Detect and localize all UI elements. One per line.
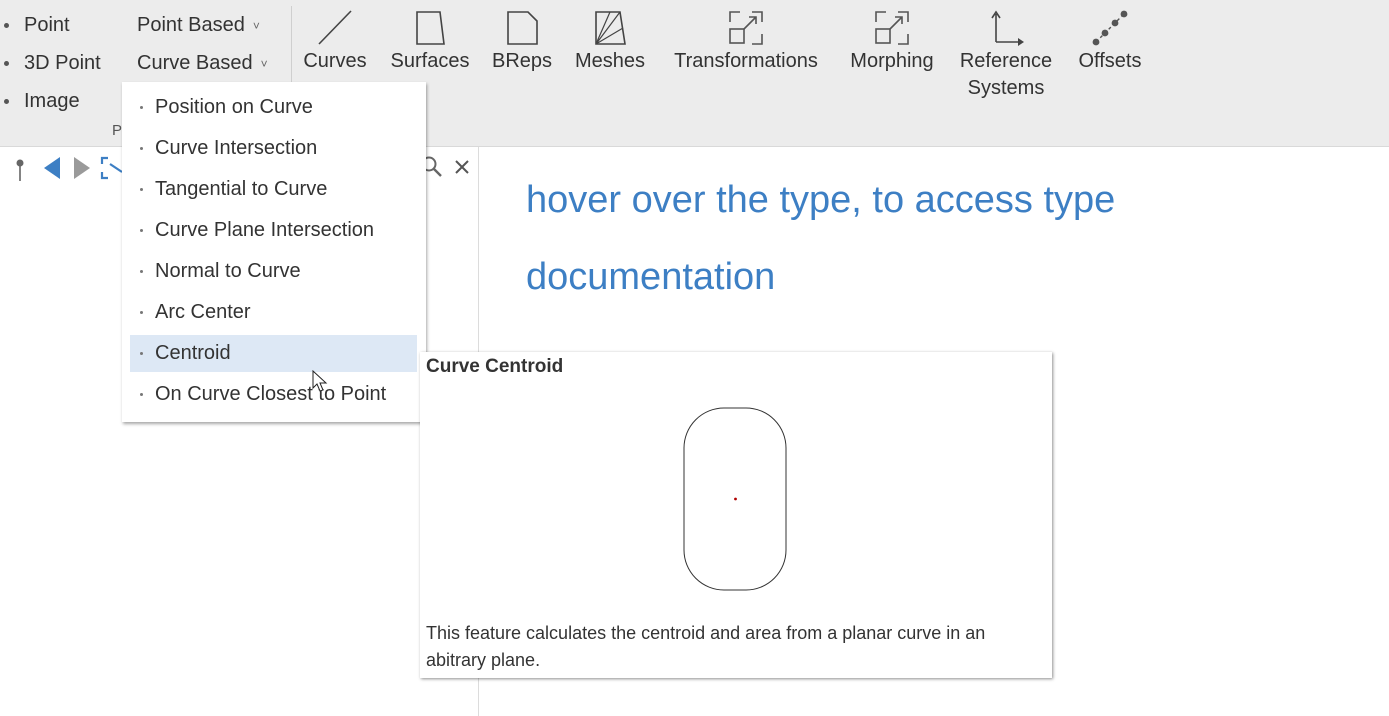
- menu-item-label: Normal to Curve: [155, 260, 301, 282]
- chevron-down-icon: ˅: [260, 56, 268, 71]
- curve-based-label: Curve Based: [137, 52, 253, 74]
- bullet-icon: [140, 188, 143, 191]
- transformations-button[interactable]: Transformations: [666, 8, 826, 75]
- back-arrow-icon[interactable]: [42, 156, 62, 180]
- surface-icon: [416, 11, 445, 45]
- surfaces-label: Surfaces: [390, 50, 470, 72]
- group-caption: P: [112, 122, 123, 139]
- bullet-icon: [4, 99, 9, 104]
- mouse-cursor-icon: [312, 370, 328, 392]
- bullet-icon: [140, 229, 143, 232]
- bullet-icon: [140, 393, 143, 396]
- menu-item-curve-plane-intersection[interactable]: Curve Plane Intersection: [130, 212, 417, 249]
- bullet-icon: [140, 270, 143, 273]
- menu-item-on-curve-closest-to-point[interactable]: On Curve Closest to Point: [130, 376, 417, 413]
- menu-item-label: Position on Curve: [155, 96, 313, 118]
- forward-arrow-icon[interactable]: [72, 156, 92, 180]
- menu-item-label: Tangential to Curve: [155, 178, 328, 200]
- breps-label: BReps: [491, 50, 553, 72]
- bullet-icon: [140, 311, 143, 314]
- select-frame-icon[interactable]: [100, 156, 124, 180]
- image-button[interactable]: Image: [24, 89, 80, 113]
- menu-item-tangential-to-curve[interactable]: Tangential to Curve: [130, 171, 417, 208]
- menu-item-label: Centroid: [155, 342, 231, 364]
- tooltip-description: This feature calculates the centroid and…: [426, 623, 986, 670]
- menu-item-label: Arc Center: [155, 301, 251, 323]
- menu-item-normal-to-curve[interactable]: Normal to Curve: [130, 253, 417, 290]
- breps-button[interactable]: BReps: [488, 8, 556, 75]
- bullet-icon: [140, 352, 143, 355]
- close-icon[interactable]: [453, 158, 471, 176]
- bullet-icon: [4, 61, 9, 66]
- pin-icon[interactable]: [12, 157, 28, 183]
- menu-item-label: On Curve Closest to Point: [155, 383, 387, 405]
- point-button[interactable]: Point: [24, 13, 70, 37]
- type-documentation-tooltip: Curve Centroid This feature calculates t…: [420, 352, 1052, 678]
- offset-points-icon: [1092, 10, 1128, 46]
- meshes-button[interactable]: Meshes: [570, 8, 650, 75]
- offsets-label: Offsets: [1078, 50, 1142, 72]
- axes-icon: [991, 10, 1024, 46]
- mesh-icon: [595, 11, 626, 45]
- bullet-icon: [140, 106, 143, 109]
- documentation-hint: hover over the type, to access type docu…: [526, 179, 1116, 298]
- menu-item-curve-intersection[interactable]: Curve Intersection: [130, 130, 417, 167]
- meshes-label: Meshes: [574, 50, 646, 72]
- menu-item-centroid[interactable]: Centroid: [130, 335, 417, 372]
- centroid-point: [734, 497, 737, 501]
- curve-based-menu: Position on Curve Curve Intersection Tan…: [122, 82, 426, 422]
- reference-label-line2: Systems: [967, 77, 1045, 99]
- brep-icon: [507, 11, 538, 45]
- offsets-button[interactable]: Offsets: [1072, 8, 1148, 75]
- curves-button[interactable]: Curves: [300, 8, 370, 75]
- bullet-icon: [4, 23, 9, 28]
- curve-line-icon: [318, 10, 352, 45]
- transform-icon: [729, 11, 763, 45]
- menu-item-position-on-curve[interactable]: Position on Curve: [130, 89, 417, 126]
- point-based-label: Point Based: [137, 14, 245, 36]
- morphing-button[interactable]: Morphing: [844, 8, 940, 75]
- menu-item-label: Curve Plane Intersection: [155, 219, 375, 241]
- 3d-point-button[interactable]: 3D Point: [24, 51, 101, 75]
- surfaces-button[interactable]: Surfaces: [386, 8, 474, 75]
- curve-based-dropdown[interactable]: Curve Based ˅: [137, 51, 268, 76]
- centroid-illustration: [683, 407, 787, 591]
- menu-item-label: Curve Intersection: [155, 137, 318, 159]
- menu-item-arc-center[interactable]: Arc Center: [130, 294, 417, 331]
- reference-label-line1: Reference: [959, 50, 1053, 72]
- reference-systems-button[interactable]: Reference Systems: [956, 8, 1056, 102]
- curves-label: Curves: [303, 50, 367, 72]
- morph-icon: [875, 11, 909, 45]
- morphing-label: Morphing: [850, 50, 934, 72]
- transformations-label: Transformations: [674, 50, 818, 72]
- chevron-down-icon: ˅: [252, 18, 260, 33]
- tooltip-title: Curve Centroid: [426, 356, 564, 377]
- bullet-icon: [140, 147, 143, 150]
- point-based-dropdown[interactable]: Point Based ˅: [137, 13, 260, 38]
